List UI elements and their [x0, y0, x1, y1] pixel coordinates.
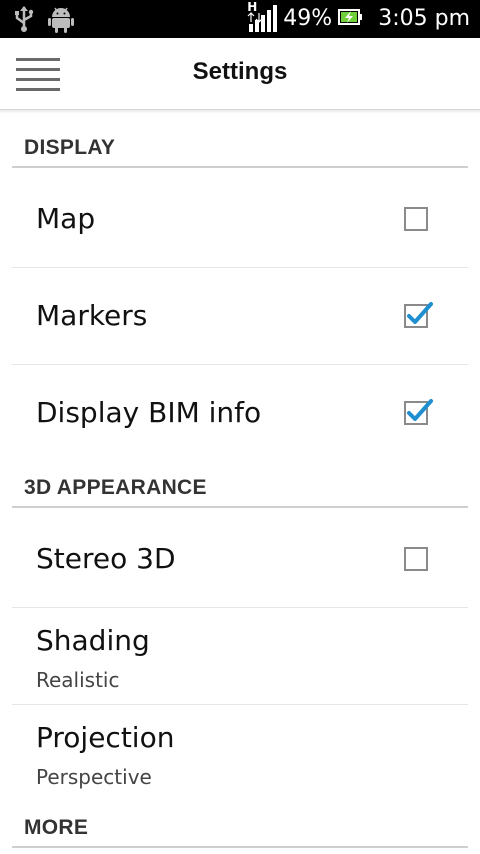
setting-row-projection[interactable]: Projection Perspective: [12, 705, 468, 802]
action-bar: Settings: [0, 38, 480, 110]
section-header-label: DISPLAY: [24, 136, 116, 159]
setting-row-shading[interactable]: Shading Realistic: [12, 608, 468, 705]
markers-checkbox[interactable]: [404, 302, 433, 328]
section-header-3d-appearance: 3D APPEARANCE: [12, 466, 468, 508]
setting-row-markers[interactable]: Markers: [12, 268, 468, 365]
section-header-display: DISPLAY: [12, 126, 468, 168]
usb-icon: [14, 5, 34, 37]
page-title: Settings: [192, 58, 288, 85]
map-checkbox[interactable]: [404, 207, 428, 231]
setting-label: Markers: [36, 299, 148, 332]
checkmark-icon: [407, 399, 433, 421]
status-time: 3:05 pm: [378, 6, 470, 31]
setting-label: Map: [36, 202, 96, 235]
checkmark-icon: [407, 302, 433, 324]
section-header-label: MORE: [24, 816, 89, 839]
section-header-more: MORE: [12, 806, 468, 848]
stereo-3d-checkbox[interactable]: [404, 547, 428, 571]
setting-row-display-bim-info[interactable]: Display BIM info: [12, 365, 468, 462]
android-icon: [48, 5, 74, 37]
setting-row-map[interactable]: Map: [12, 171, 468, 268]
battery-percent: 49%: [283, 6, 333, 31]
setting-label: Stereo 3D: [36, 542, 176, 575]
section-header-label: 3D APPEARANCE: [24, 476, 207, 499]
setting-label: Display BIM info: [36, 396, 262, 429]
battery-charging-icon: [338, 7, 363, 31]
setting-label: Projection: [36, 721, 175, 754]
setting-label: Shading: [36, 624, 150, 657]
display-bim-info-checkbox[interactable]: [404, 399, 433, 425]
status-bar: H 49% 3:05 pm: [0, 0, 480, 38]
setting-value: Realistic: [36, 668, 120, 692]
setting-value: Perspective: [36, 765, 152, 789]
setting-row-stereo-3d[interactable]: Stereo 3D: [12, 511, 468, 608]
signal-icon: H: [247, 0, 278, 34]
